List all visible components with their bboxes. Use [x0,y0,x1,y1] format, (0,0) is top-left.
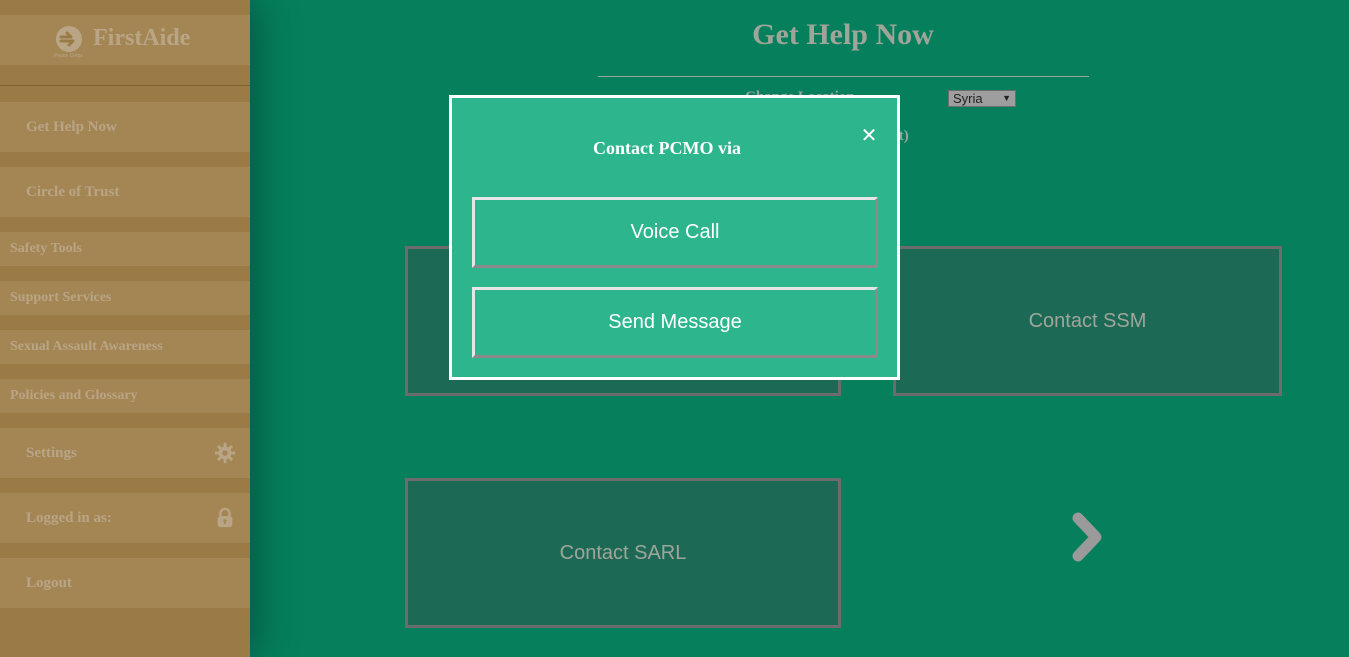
tile-label: Contact SARL [559,541,687,564]
dropdown-arrow-icon: ▼ [1002,93,1011,103]
location-select[interactable]: Syria ▼ [948,90,1016,107]
contact-ssm-tile[interactable]: Contact SSM [893,246,1282,396]
sidebar-item-label: Policies and Glossary [10,388,138,403]
page-title: Get Help Now [752,18,934,51]
chevron-right-icon[interactable] [1068,508,1108,568]
button-label: Voice Call [630,221,720,243]
contact-sarl-tile[interactable]: Contact SARL [405,478,841,628]
gear-icon [214,442,236,464]
sidebar-item-label: Safety Tools [10,241,82,256]
title-divider [598,76,1089,77]
brand[interactable]: Peace Corps FirstAide [0,15,250,65]
sidebar-item-label: Settings [26,444,77,461]
sidebar-item-label: Logged in as: [26,509,112,526]
lock-icon [217,507,233,528]
modal-title: Contact PCMO via [593,138,741,158]
sidebar-item-label: Get Help Now [26,118,117,135]
sidebar-item-get-help-now[interactable]: Get Help Now [0,102,250,152]
sidebar: Peace Corps FirstAide Get Help Now Circl… [0,0,250,657]
button-label: Send Message [608,311,742,333]
location-select-value: Syria [953,91,983,106]
logo-icon [56,26,82,52]
sidebar-item-logout[interactable]: Logout [0,558,250,608]
tile-label: Contact SSM [1028,309,1147,332]
close-icon[interactable]: ✕ [858,124,880,146]
sidebar-item-circle-of-trust[interactable]: Circle of Trust [0,167,250,217]
sidebar-item-logged-in: Logged in as: [0,493,250,543]
brand-name: FirstAide [93,25,191,51]
send-message-button[interactable]: Send Message [472,287,878,358]
brand-subtitle: Peace Corps [54,53,83,59]
sidebar-item-sexual-assault-awareness[interactable]: Sexual Assault Awareness [0,330,250,364]
sidebar-item-label: Support Services [10,290,112,305]
sidebar-item-settings[interactable]: Settings [0,428,250,478]
sidebar-item-label: Sexual Assault Awareness [10,339,163,354]
sidebar-item-label: Logout [26,574,72,591]
sidebar-item-label: Circle of Trust [26,183,120,200]
sidebar-item-support-services[interactable]: Support Services [0,281,250,315]
sidebar-item-safety-tools[interactable]: Safety Tools [0,232,250,266]
sidebar-divider [0,85,250,86]
contact-modal: Contact PCMO via ✕ Voice Call Send Messa… [449,95,900,380]
voice-call-button[interactable]: Voice Call [472,197,878,268]
sidebar-item-policies-and-glossary[interactable]: Policies and Glossary [0,379,250,413]
